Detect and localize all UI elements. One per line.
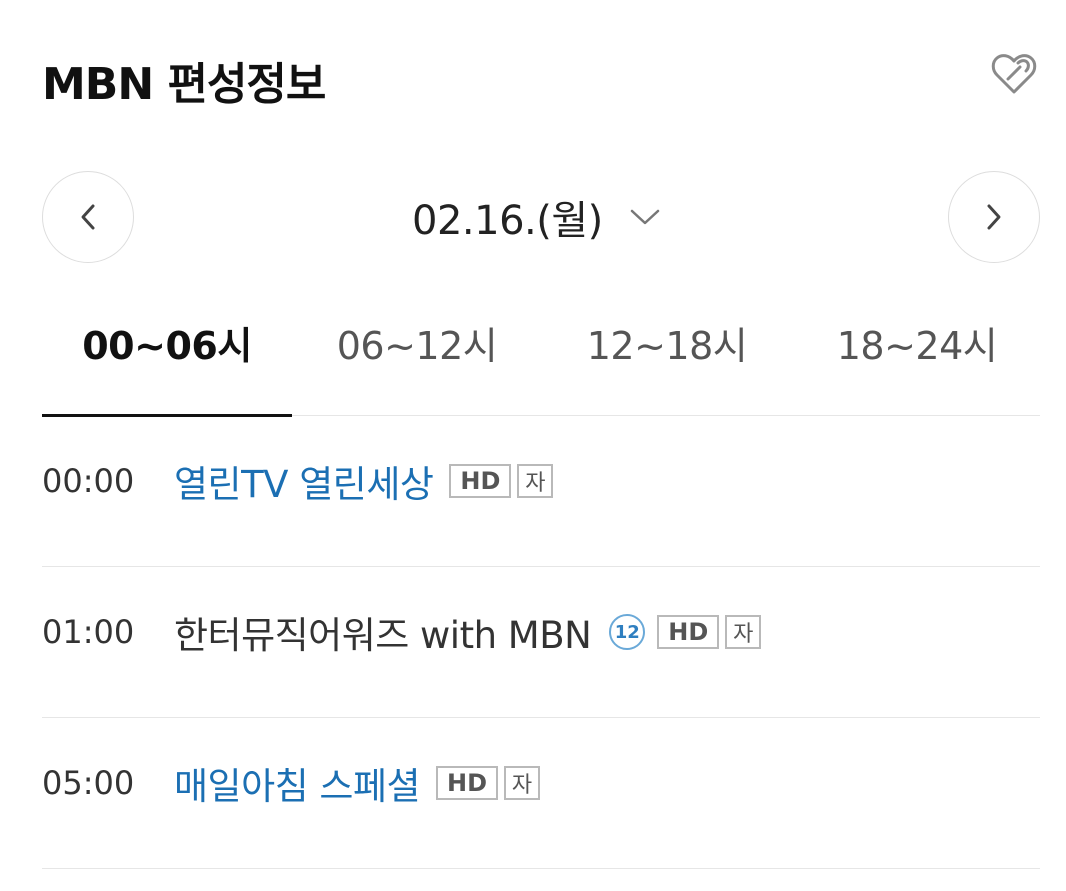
prev-date-button[interactable] [42,171,134,263]
chevron-down-icon [629,207,661,227]
program-time: 01:00 [42,613,135,651]
tab-06-12[interactable]: 06~12시 [292,316,542,415]
page-title: MBN 편성정보 [42,59,326,110]
time-tabs: 00~06시 06~12시 12~18시 18~24시 [42,316,1042,417]
subtitle-badge: 자 [725,615,762,649]
hd-badge: HD [449,464,512,498]
tab-12-18[interactable]: 12~18시 [542,316,792,415]
list-item: 00:00 열린TV 열린세상 HD 자 [42,416,1040,567]
header: MBN 편성정보 [42,42,1040,112]
program-title-link[interactable]: 매일아침 스페셜 [174,756,421,810]
tab-18-24[interactable]: 18~24시 [792,316,1042,415]
hd-badge: HD [657,615,720,649]
list-item: 01:00 한터뮤직어워즈 with MBN 12 HD 자 [42,567,1040,718]
chevron-right-icon [987,204,1001,230]
heart-link-icon [991,54,1037,94]
program-time: 05:00 [42,764,135,802]
program-title: 한터뮤직어워즈 with MBN [174,614,592,657]
chevron-left-icon [81,204,95,230]
date-navigation: 02.16.(월) [42,171,1040,265]
program-time: 00:00 [42,462,135,500]
tab-00-06[interactable]: 00~06시 [42,316,292,417]
favorite-button[interactable] [988,48,1040,100]
subtitle-badge: 자 [517,464,554,498]
next-date-button[interactable] [948,171,1040,263]
subtitle-badge: 자 [504,766,541,800]
list-item: 05:00 매일아침 스페셜 HD 자 [42,718,1040,869]
schedule-list: 00:00 열린TV 열린세상 HD 자 01:00 한터뮤직어워즈 with … [42,416,1040,869]
hd-badge: HD [436,766,499,800]
date-dropdown[interactable]: 02.16.(월) [412,187,661,247]
age-rating-badge: 12 [609,614,646,650]
program-title-link[interactable]: 열린TV 열린세상 [174,454,434,508]
current-date: 02.16.(월) [412,198,603,244]
